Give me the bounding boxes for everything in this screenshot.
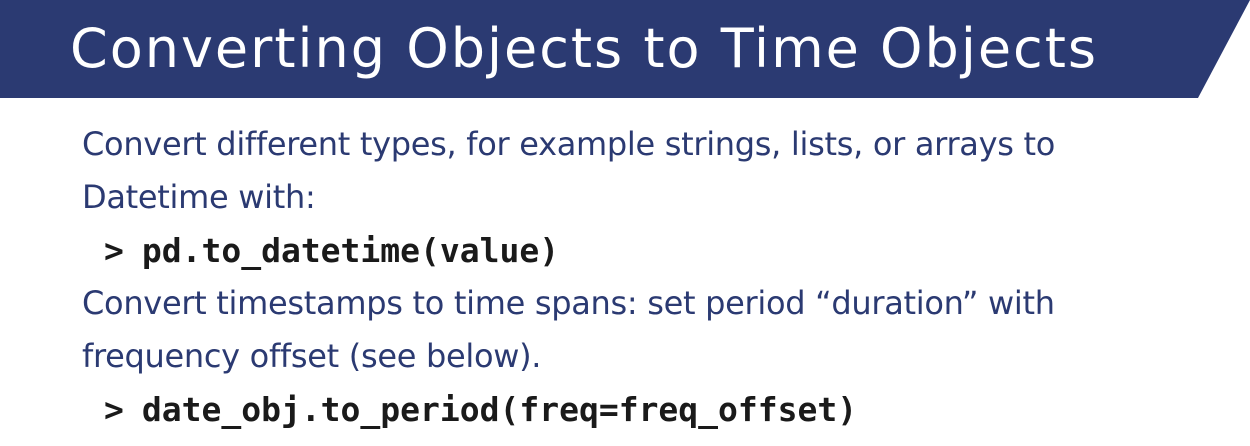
paragraph-convert-types: Convert different types, for example str… (82, 118, 1222, 224)
code-text: date_obj.to_period(freq=freq_offset) (141, 390, 858, 429)
code-prompt: > (104, 231, 124, 270)
code-to-period: > date_obj.to_period(freq=freq_offset) (82, 383, 1222, 436)
slide-title: Converting Objects to Time Objects (70, 17, 1099, 80)
title-banner: Converting Objects to Time Objects (0, 0, 1250, 98)
code-text: pd.to_datetime(value) (141, 231, 560, 270)
paragraph-line: frequency offset (see below). (82, 337, 542, 375)
paragraph-line: Datetime with: (82, 178, 316, 216)
code-to-datetime: > pd.to_datetime(value) (82, 224, 1222, 277)
slide-body: Convert different types, for example str… (82, 118, 1222, 436)
code-prompt: > (104, 390, 124, 429)
paragraph-time-spans: Convert timestamps to time spans: set pe… (82, 277, 1222, 383)
paragraph-line: Convert different types, for example str… (82, 125, 1056, 163)
paragraph-line: Convert timestamps to time spans: set pe… (82, 284, 1055, 322)
